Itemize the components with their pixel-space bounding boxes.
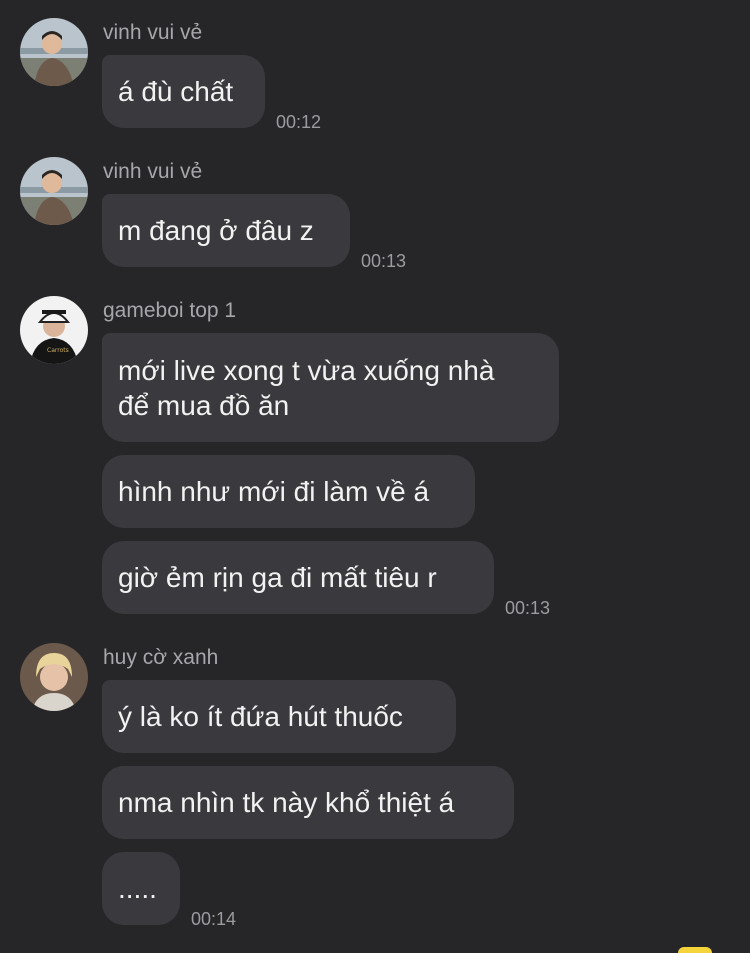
yellow-badge	[678, 947, 712, 953]
message-time: 00:12	[276, 112, 322, 132]
message-bubble[interactable]: giờ ẻm rịn ga đi mất tiêu r	[102, 541, 494, 614]
message-bubble[interactable]: ý là ko ít đứa hút thuốc	[102, 680, 456, 753]
avatar-vinh-vui-ve[interactable]	[20, 18, 88, 86]
message-text: hình như mới đi làm về á	[118, 476, 430, 507]
avatar-huy-co-xanh[interactable]	[20, 643, 88, 711]
chat-thread: vinh vui vẻ á đù chất 00:12 vinh vui vẻ …	[0, 0, 750, 953]
message-text: giờ ẻm rịn ga đi mất tiêu r	[118, 562, 437, 593]
message-bubble[interactable]: á đù chất	[102, 55, 265, 128]
sender-name: huy cờ xanh	[103, 646, 219, 669]
avatar-gameboi-top-1[interactable]: Carrots	[20, 296, 88, 364]
message-text: á đù chất	[118, 76, 234, 107]
message-bubble[interactable]: .....	[102, 852, 180, 925]
sender-name: vinh vui vẻ	[103, 21, 203, 44]
message-text: nma nhìn tk này khổ thiệt á	[118, 787, 455, 818]
blond-person-icon	[20, 643, 88, 711]
sender-name: gameboi top 1	[103, 299, 237, 322]
message-bubble[interactable]: m đang ở đâu z	[102, 194, 350, 267]
message-text: .....	[118, 873, 157, 904]
person-photo-icon	[20, 157, 88, 225]
message-bubble[interactable]: nma nhìn tk này khổ thiệt á	[102, 766, 514, 839]
message-bubble[interactable]: hình như mới đi làm về á	[102, 455, 475, 528]
message-bubble[interactable]: mới live xong t vừa xuống nhà để mua đồ …	[102, 333, 559, 442]
message-time: 00:14	[191, 909, 237, 929]
avatar-vinh-vui-ve[interactable]	[20, 157, 88, 225]
message-text: m đang ở đâu z	[118, 215, 314, 246]
person-in-cap-icon: Carrots	[20, 296, 88, 364]
person-photo-icon	[20, 18, 88, 86]
message-time: 00:13	[361, 251, 407, 271]
svg-text:Carrots: Carrots	[47, 347, 69, 354]
sender-name: vinh vui vẻ	[103, 160, 203, 183]
message-text: mới live xong t vừa xuống nhà để mua đồ …	[118, 354, 495, 421]
message-text: ý là ko ít đứa hút thuốc	[118, 701, 403, 732]
message-time: 00:13	[505, 598, 551, 618]
